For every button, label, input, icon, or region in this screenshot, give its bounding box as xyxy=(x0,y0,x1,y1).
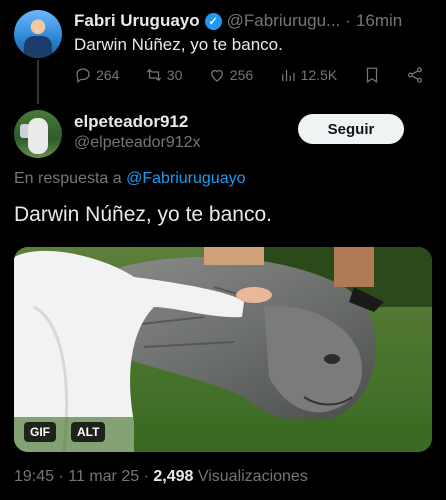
parent-header: Fabri Uruguayo ✓ @Fabriurugu... · 16min xyxy=(74,10,436,32)
meta-separator-2: · xyxy=(139,468,154,485)
tweet-media-gif[interactable]: GIF ALT xyxy=(14,247,432,452)
parent-separator: · xyxy=(345,11,351,30)
bookmark-icon xyxy=(366,67,377,83)
bookmark-button[interactable] xyxy=(363,66,381,84)
reply-prefix: En respuesta a xyxy=(14,170,127,187)
main-handle[interactable]: @elpeteador912x xyxy=(74,134,201,152)
share-button[interactable] xyxy=(406,66,424,84)
parent-tweet-text: Darwin Núñez, yo te banco. xyxy=(74,35,283,54)
views-count: 12.5K xyxy=(300,67,338,83)
retweet-count: 30 xyxy=(166,67,183,83)
follow-button[interactable]: Seguir xyxy=(298,114,404,144)
reply-button[interactable]: 264 xyxy=(74,66,119,84)
like-count: 256 xyxy=(229,67,254,83)
parent-action-bar: 264 30 256 12.5K xyxy=(74,64,424,86)
reply-icon xyxy=(76,68,90,84)
like-button[interactable]: 256 xyxy=(208,66,253,84)
gif-badge: GIF xyxy=(24,422,56,442)
heart-icon xyxy=(210,69,223,82)
thread-line xyxy=(37,60,39,104)
parent-tweet[interactable]: Fabri Uruguayo ✓ @Fabriurugu... · 16min … xyxy=(0,0,446,104)
parent-handle[interactable]: @Fabriurugu... xyxy=(227,11,341,31)
parent-avatar[interactable] xyxy=(14,10,62,58)
main-display-name[interactable]: elpeteador912 xyxy=(74,112,188,132)
meta-separator-1: · xyxy=(54,468,69,485)
main-avatar[interactable] xyxy=(14,110,62,158)
views-button[interactable]: 12.5K xyxy=(279,66,338,84)
tweet-meta: 19:45 · 11 mar 25 · 2,498 Visualizacione… xyxy=(14,468,308,486)
tweet-date[interactable]: 11 mar 25 xyxy=(68,468,139,485)
reply-context: En respuesta a @Fabriuruguayo xyxy=(14,170,246,188)
verified-badge-icon: ✓ xyxy=(204,12,222,30)
alt-text-button[interactable]: ALT xyxy=(71,422,106,442)
tweet-time[interactable]: 19:45 xyxy=(14,468,54,485)
retweet-button[interactable]: 30 xyxy=(145,66,183,84)
parent-timestamp[interactable]: 16min xyxy=(356,11,402,31)
analytics-icon xyxy=(281,69,295,81)
retweet-icon xyxy=(146,68,161,82)
share-icon xyxy=(407,67,423,83)
parent-display-name[interactable]: Fabri Uruguayo xyxy=(74,11,200,31)
views-label: Visualizaciones xyxy=(193,468,308,485)
views-total: 2,498 xyxy=(153,468,194,485)
reply-mention-link[interactable]: @Fabriuruguayo xyxy=(126,170,245,187)
main-tweet-text: Darwin Núñez, yo te banco. xyxy=(14,203,272,226)
reply-count: 264 xyxy=(96,67,120,83)
